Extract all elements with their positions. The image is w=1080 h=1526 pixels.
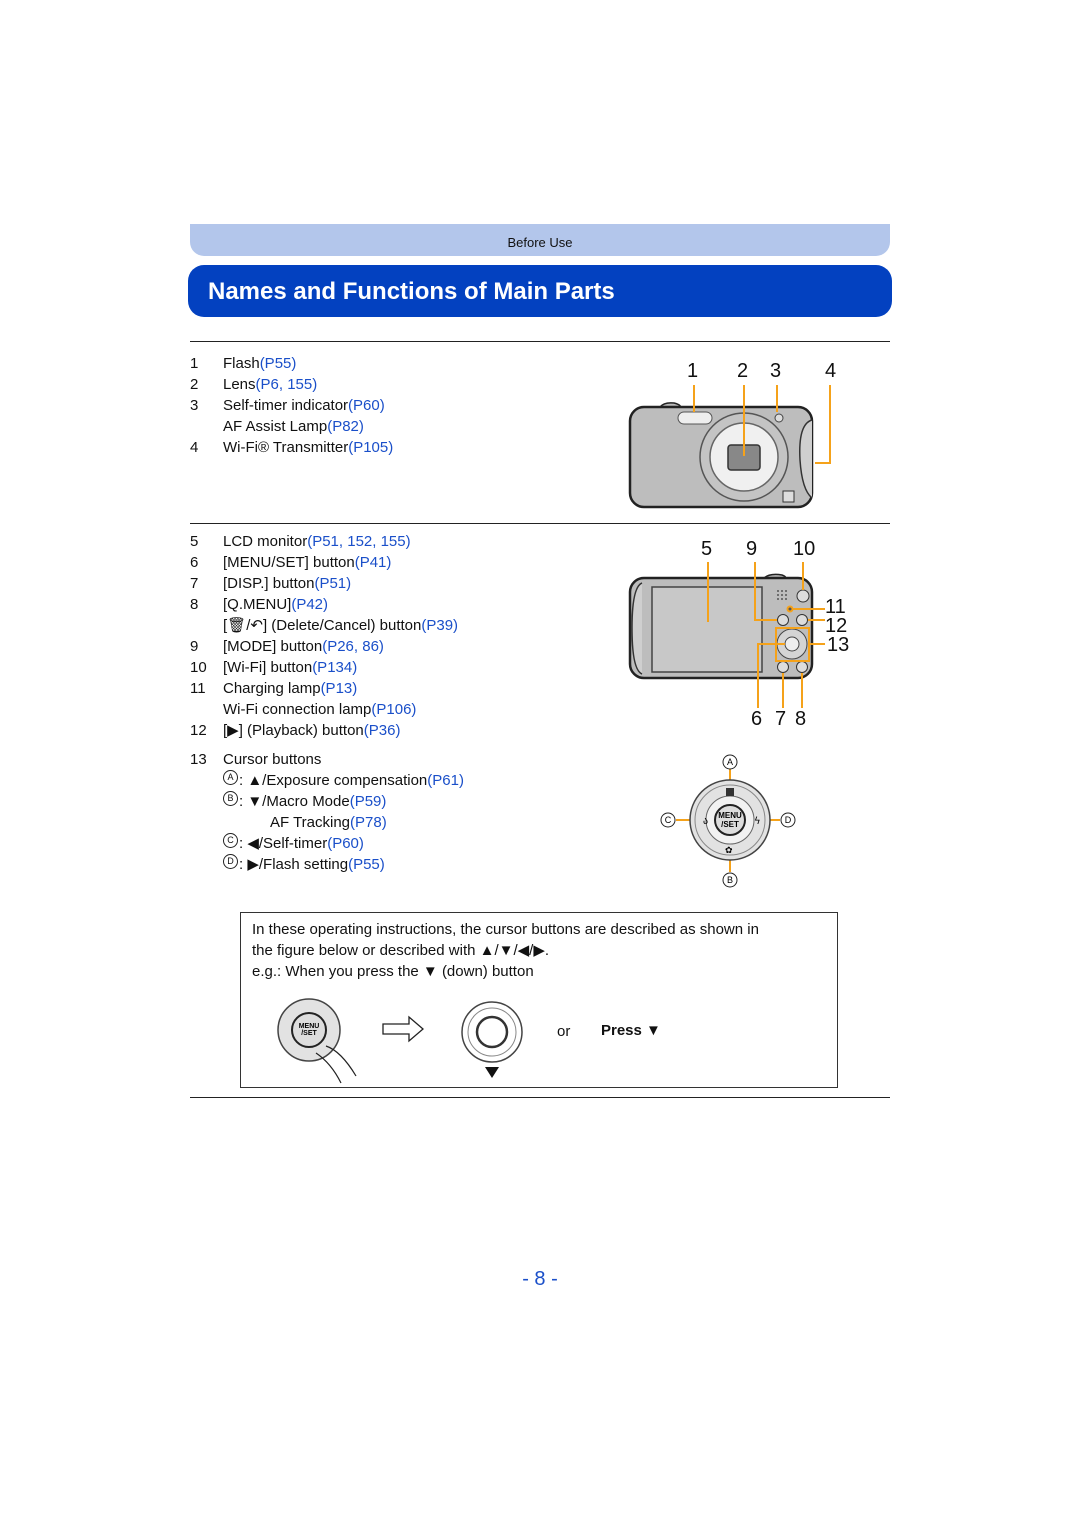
page-link[interactable]: (P105) (348, 437, 393, 458)
svg-text:/SET: /SET (721, 820, 739, 829)
list-item: 3 Self-timer indicator (P60) (190, 395, 385, 416)
page-link[interactable]: (P60) (348, 395, 385, 416)
note-box: In these operating instructions, the cur… (240, 912, 838, 1088)
list-item: [🗑/↶] (Delete/Cancel) button (P39) (223, 615, 459, 636)
page-link[interactable]: (P106) (371, 699, 416, 720)
list-item: 1 Flash (P55) (190, 353, 297, 374)
page-link[interactable]: (P13) (321, 678, 358, 699)
page-link[interactable]: (P51) (314, 573, 351, 594)
rear-parts-list: 5 LCD monitor (P51, 152, 155) 6 [MENU/SET]… (190, 531, 458, 741)
list-item: 12 [▶] (Playback) button (P36) (190, 720, 401, 741)
camera-front-figure: 1 2 3 4 (620, 360, 850, 515)
svg-text:MENU: MENU (299, 1023, 320, 1030)
page-link[interactable]: (P41) (355, 552, 392, 573)
svg-text:/SET: /SET (301, 1030, 317, 1037)
list-item: AF Assist Lamp (P82) (223, 416, 364, 437)
page-link[interactable]: (P51, 152, 155) (307, 531, 410, 552)
camera-front-icon (628, 385, 831, 509)
cursor-dial-figure: MENU /SET ა ϟ ✿ A B C D (655, 750, 805, 890)
page-title: Names and Functions of Main Parts (188, 265, 892, 317)
dial-label-b: B (727, 875, 733, 885)
list-item: 6 [MENU/SET] button (P41) (190, 552, 392, 573)
camera-rear-figure: 5 9 10 11 12 13 6 7 8 (620, 538, 860, 738)
divider (190, 523, 890, 524)
cursor-buttons-list: 13 Cursor buttons A: ▲/Exposure compensat… (190, 749, 464, 875)
page-link[interactable]: (P78) (350, 812, 387, 833)
dial-label-a: A (727, 757, 733, 767)
section-header: Before Use (190, 224, 890, 256)
list-item: AF Tracking (P78) (270, 812, 387, 833)
page-link[interactable]: (P55) (348, 854, 385, 875)
svg-text:✿: ✿ (725, 846, 733, 856)
note-text: In these operating instructions, the cur… (252, 921, 759, 980)
letter-b-icon: B (223, 791, 238, 806)
divider (190, 1097, 890, 1098)
camera-rear-icon (628, 562, 825, 708)
list-item: A: ▲/Exposure compensation (P61) (190, 770, 464, 791)
letter-c-icon: C (223, 833, 238, 848)
cursor-dial-icon: MENU /SET ა ϟ ✿ A B C D (660, 754, 796, 888)
list-item: 8 [Q.MENU] (P42) (190, 594, 329, 615)
page-link[interactable]: (P60) (327, 833, 364, 854)
or-label: or (557, 1023, 571, 1040)
svg-text:ა: ა (703, 816, 708, 827)
dial-label-d: D (785, 815, 792, 825)
front-parts-list: 1 Flash (P55) 2 Lens (P6, 155) 3 Self-timer… (190, 353, 393, 458)
page-number: - 8 - (522, 1268, 558, 1290)
list-item: 7 [DISP.] button (P51) (190, 573, 352, 594)
list-item: Wi-Fi connection lamp (P106) (223, 699, 417, 720)
page-link[interactable]: (P82) (327, 416, 364, 437)
press-down-label: Press ▼ (601, 1022, 661, 1039)
page-link[interactable]: (P61) (427, 770, 464, 791)
list-item: 13 Cursor buttons (190, 751, 322, 768)
page-link[interactable]: (P42) (291, 594, 328, 615)
list-item: 5 LCD monitor (P51, 152, 155) (190, 531, 411, 552)
press-down-illustration: MENU /SET (277, 998, 523, 1084)
list-item: D: ▶/Flash setting (P55) (190, 854, 464, 875)
page-link[interactable]: (P134) (312, 657, 357, 678)
list-item: 10 [Wi-Fi] button (P134) (190, 657, 358, 678)
letter-d-icon: D (223, 854, 238, 869)
list-item: C: ◀/Self-timer (P60) (190, 833, 464, 854)
svg-text:ϟ: ϟ (754, 816, 761, 827)
page-link[interactable]: (P39) (421, 615, 458, 636)
list-item: 2 Lens (P6, 155) (190, 374, 318, 395)
page-link[interactable]: (P36) (364, 720, 401, 741)
page-link[interactable]: (P26, 86) (322, 636, 384, 657)
page-link[interactable]: (P6, 155) (256, 374, 318, 395)
letter-a-icon: A (223, 770, 238, 785)
list-item: 11 Charging lamp (P13) (190, 678, 358, 699)
list-item: 9 [MODE] button (P26, 86) (190, 636, 384, 657)
list-item: B: ▼/Macro Mode (P59) (190, 791, 464, 812)
dial-label-c: C (665, 815, 672, 825)
list-item: 4 Wi-Fi® Transmitter (P105) (190, 437, 394, 458)
divider (190, 341, 890, 342)
svg-text:MENU: MENU (718, 811, 742, 820)
page-link[interactable]: (P59) (350, 791, 387, 812)
page-link[interactable]: (P55) (260, 353, 297, 374)
